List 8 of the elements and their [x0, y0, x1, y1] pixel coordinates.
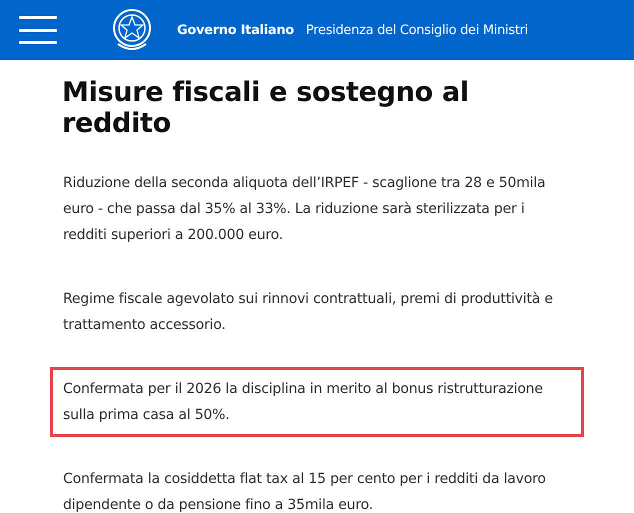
- header-subtitle: Presidenza del Consiglio dei Ministri: [306, 22, 528, 38]
- menu-icon[interactable]: [19, 16, 57, 44]
- page-title: Misure fiscali e sostegno al reddito: [62, 77, 470, 139]
- paragraph: Riduzione della seconda aliquota dell’IRPEF - scaglione tra 28 e 50mila euro - che passa dal 35% al 33%. La riduzione sarà sterilizzata per i redditi superiori a 200.000 euro.: [62, 174, 546, 245]
- brand-name: Governo Italiano: [177, 22, 294, 38]
- paragraph: Confermata la cosiddetta flat tax al 15 per cento per i redditi da lavoro dipendente o da pensione fino a 35mila euro.: [62, 470, 547, 513]
- highlighted-paragraph: Confermata per il 2026 la disciplina in merito al bonus ristrutturazione sulla prima casa al 50%.: [50, 367, 584, 437]
- paragraph: Regime fiscale agevolato sui rinnovi contrattuali, premi di produttività e trattamento accessorio.: [62, 290, 554, 335]
